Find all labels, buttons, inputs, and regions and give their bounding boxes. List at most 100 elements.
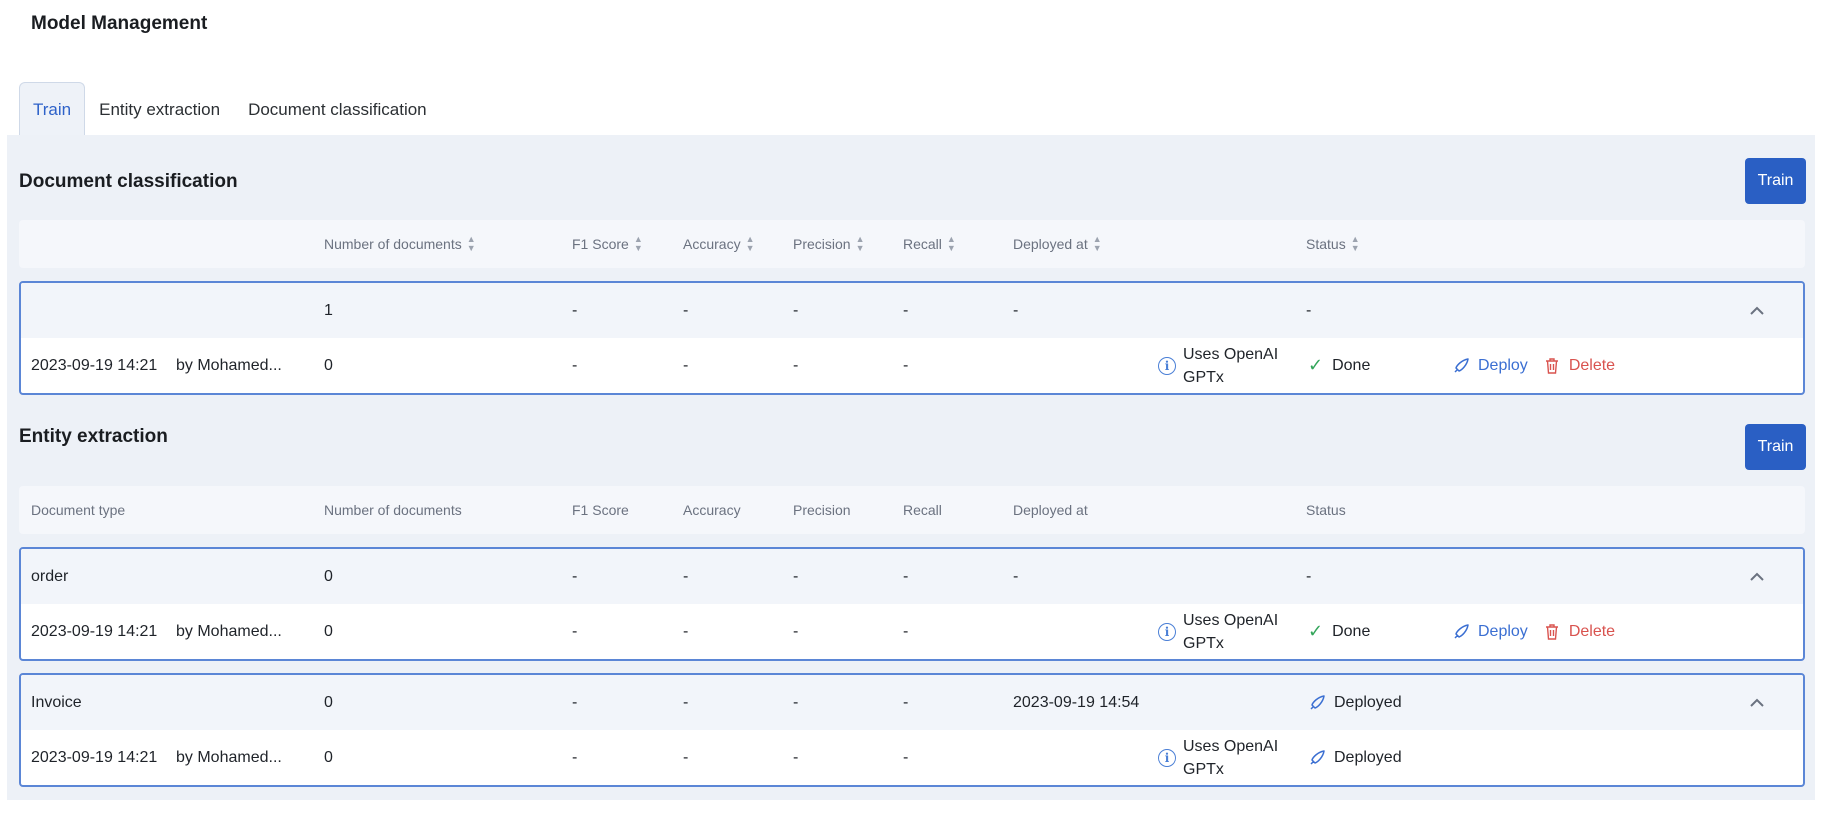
chevron-up-icon[interactable] [1749,675,1765,730]
version-author: by Mohamed... [176,748,282,766]
header-num-docs[interactable]: Number of documents ▲ ▼ [324,220,476,268]
status-badge: Deployed [1308,730,1402,785]
header-accuracy[interactable]: Accuracy ▲ ▼ [683,220,755,268]
cell-accuracy: - [683,356,689,374]
cell-num-docs: 0 [324,622,333,640]
entity-table-header: Document type Number of documents F1 Sco… [19,486,1805,534]
sort-icon: ▲ ▼ [1350,234,1360,253]
tab-entity-extraction[interactable]: Entity extraction [85,82,234,136]
header-recall[interactable]: Recall ▲ ▼ [903,220,956,268]
cell-recall: - [903,301,909,319]
sort-icon: ▲ ▼ [855,234,865,253]
cell-deployed-at: - [1013,301,1019,319]
table-row-summary[interactable]: order 0 - - - - - - [21,549,1803,604]
header-precision: Precision [793,502,851,518]
header-precision[interactable]: Precision ▲ ▼ [793,220,865,268]
cell-num-docs: 1 [324,301,333,319]
version-author: by Mohamed... [176,356,282,374]
cell-precision: - [793,567,799,585]
table-row-summary[interactable]: 1 - - - - - - [21,283,1803,338]
delete-label: Delete [1568,622,1616,640]
header-deployed-at-label: Deployed at [1013,236,1088,252]
table-row-version: 2023-09-19 14:21 by Mohamed... 0 - - - -… [21,604,1803,659]
header-status: Status [1306,502,1346,518]
deploy-label: Deploy [1478,356,1528,374]
deploy-button[interactable]: Deploy [1452,623,1528,641]
cell-recall: - [903,693,909,711]
rocket-icon [1452,357,1470,375]
cell-f1: - [572,301,578,319]
header-num-docs: Number of documents [324,502,462,518]
header-recall-label: Recall [903,236,942,252]
cell-recall: - [903,356,909,374]
model-info-line2: GPTx [1183,634,1224,652]
cell-f1: - [572,693,578,711]
version-author: by Mohamed... [176,622,282,640]
trash-icon [1544,357,1560,375]
table-row-summary[interactable]: Invoice 0 - - - - 2023-09-19 14:54 Deplo… [21,675,1803,730]
tab-bar: Train Entity extraction Document classif… [19,82,441,136]
cell-recall: - [903,622,909,640]
model-info-line2: GPTx [1183,368,1224,386]
sort-icon: ▲ ▼ [946,234,956,253]
chevron-up-icon[interactable] [1749,549,1765,604]
rocket-icon [1308,749,1326,767]
info-icon[interactable]: i [1158,356,1176,375]
model-info-line1: Uses OpenAI [1183,737,1279,755]
cell-accuracy: - [683,301,689,319]
cell-f1: - [572,622,578,640]
page-title: Model Management [31,13,208,34]
rocket-icon [1452,623,1470,641]
doc-class-train-button[interactable]: Train [1745,158,1806,204]
doc-class-table-header: Number of documents ▲ ▼ F1 Score ▲ ▼ Accurac… [19,220,1805,268]
cell-num-docs: 0 [324,693,333,711]
tab-train[interactable]: Train [19,82,86,136]
entity-group-invoice: Invoice 0 - - - - 2023-09-19 14:54 Deplo… [19,673,1805,787]
header-deployed-at[interactable]: Deployed at ▲ ▼ [1013,220,1102,268]
deploy-button[interactable]: Deploy [1452,357,1528,375]
entity-section-title: Entity extraction [19,426,168,447]
chevron-up-icon[interactable] [1749,283,1765,338]
cell-doc-type: order [31,567,69,585]
model-info-line1: Uses OpenAI [1183,345,1279,363]
status-text: Done [1332,622,1371,640]
model-info-line1: Uses OpenAI [1183,611,1279,629]
cell-recall: - [903,748,909,766]
cell-num-docs: 0 [324,567,333,585]
header-accuracy: Accuracy [683,502,741,518]
header-recall: Recall [903,502,942,518]
header-precision-label: Precision [793,236,851,252]
cell-f1: - [572,748,578,766]
deploy-label: Deploy [1478,622,1528,640]
cell-precision: - [793,693,799,711]
doc-class-section-title: Document classification [19,171,238,192]
header-f1[interactable]: F1 Score ▲ ▼ [572,220,643,268]
delete-button[interactable]: Delete [1544,623,1615,641]
cell-deployed-at: - [1013,567,1019,585]
status-badge: ✓ Done [1308,338,1370,393]
header-status[interactable]: Status ▲ ▼ [1306,220,1360,268]
version-date: 2023-09-19 14:21 [31,356,158,374]
header-f1: F1 Score [572,502,629,518]
cell-accuracy: - [683,622,689,640]
cell-num-docs: 0 [324,356,333,374]
header-status-label: Status [1306,236,1346,252]
check-icon: ✓ [1308,621,1324,641]
table-row-version: 2023-09-19 14:21 by Mohamed... 0 - - - -… [21,338,1803,393]
header-accuracy-label: Accuracy [683,236,741,252]
entity-group-order: order 0 - - - - - - 2023-09-19 14:21 by … [19,547,1805,661]
cell-accuracy: - [683,693,689,711]
tab-document-classification[interactable]: Document classification [234,82,441,136]
cell-precision: - [793,356,799,374]
cell-deployed-at: 2023-09-19 14:54 [1013,693,1140,711]
info-icon[interactable]: i [1158,622,1176,641]
delete-button[interactable]: Delete [1544,357,1615,375]
header-num-docs-label: Number of documents [324,236,462,252]
sort-icon: ▲ ▼ [633,234,643,253]
status-text: Done [1332,356,1371,374]
model-info: i Uses OpenAI GPTx [1158,604,1278,659]
entity-train-button[interactable]: Train [1745,424,1806,470]
info-icon[interactable]: i [1158,748,1176,767]
cell-precision: - [793,748,799,766]
trash-icon [1544,623,1560,641]
